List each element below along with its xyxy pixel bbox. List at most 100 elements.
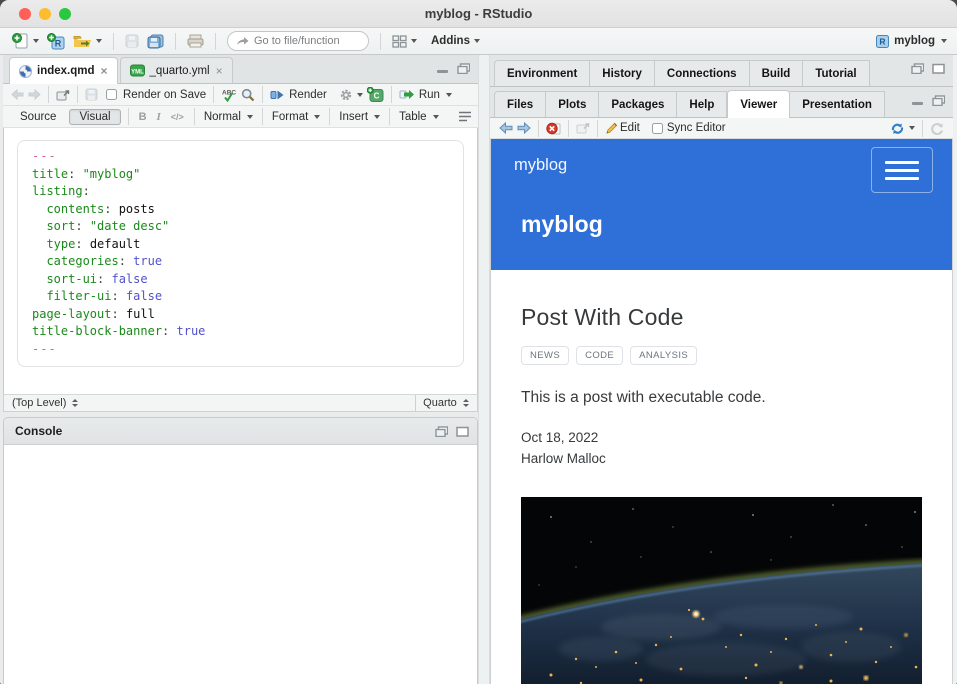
rstudio-window: myblog - RStudio R bbox=[0, 0, 957, 684]
restore-pane-icon[interactable] bbox=[435, 426, 448, 437]
outline-toggle-icon[interactable] bbox=[458, 111, 472, 122]
popout-button[interactable] bbox=[54, 88, 72, 102]
goto-file-input[interactable] bbox=[254, 35, 354, 47]
forward-button[interactable] bbox=[26, 88, 43, 101]
sync-caret-icon bbox=[909, 126, 915, 130]
render-options-button[interactable] bbox=[337, 87, 365, 103]
tab-build[interactable]: Build bbox=[750, 60, 804, 86]
tab-packages[interactable]: Packages bbox=[599, 91, 677, 117]
maximize-pane-icon[interactable] bbox=[932, 95, 945, 106]
code-format-button[interactable]: </> bbox=[171, 112, 184, 122]
visual-editor-canvas[interactable]: ---title: "myblog"listing: contents: pos… bbox=[3, 128, 478, 394]
scope-selector[interactable]: (Top Level) bbox=[4, 397, 415, 409]
blog-navbar-brand[interactable]: myblog bbox=[514, 156, 567, 175]
tab-files[interactable]: Files bbox=[494, 91, 546, 117]
viewer-sync-button[interactable] bbox=[888, 121, 917, 136]
italic-button[interactable]: I bbox=[157, 111, 161, 123]
save-all-icon bbox=[147, 34, 164, 49]
render-on-save-checkbox[interactable] bbox=[106, 89, 117, 100]
find-replace-button[interactable] bbox=[239, 87, 257, 103]
toolbar-separator bbox=[194, 108, 195, 125]
goto-file-search[interactable] bbox=[227, 31, 369, 51]
tab-help[interactable]: Help bbox=[677, 91, 727, 117]
project-caret-icon bbox=[941, 39, 947, 43]
minimize-pane-icon[interactable] bbox=[436, 64, 449, 74]
tab-plots[interactable]: Plots bbox=[546, 91, 599, 117]
source-mode-button[interactable]: Source bbox=[11, 110, 65, 124]
visual-mode-button[interactable]: Visual bbox=[69, 109, 120, 125]
category-pill-news[interactable]: NEWS bbox=[521, 346, 569, 365]
addins-button[interactable]: Addins bbox=[429, 34, 482, 48]
minimize-pane-icon[interactable] bbox=[911, 96, 924, 106]
spellcheck-button[interactable]: ABC bbox=[219, 87, 239, 103]
category-pill-code[interactable]: CODE bbox=[576, 346, 623, 365]
tab-index-qmd[interactable]: index.qmd × bbox=[9, 57, 118, 84]
save-all-button[interactable] bbox=[145, 33, 166, 50]
yaml-code[interactable]: ---title: "myblog"listing: contents: pos… bbox=[17, 140, 464, 367]
viewer-clear-button[interactable] bbox=[544, 121, 563, 136]
render-icon bbox=[270, 89, 285, 101]
viewer-refresh-button[interactable] bbox=[928, 121, 946, 136]
close-tab-icon[interactable]: × bbox=[101, 66, 108, 76]
viewer-content[interactable]: myblog myblog Post With Code NEWSCODEANA… bbox=[490, 139, 953, 684]
tab-viewer[interactable]: Viewer bbox=[727, 90, 790, 118]
toolbar-separator bbox=[215, 33, 216, 50]
viewer-edit-button[interactable]: Edit bbox=[603, 121, 642, 136]
tab-presentation[interactable]: Presentation bbox=[790, 91, 885, 117]
toolbar-separator bbox=[262, 108, 263, 125]
editor-toolbar-format: Source Visual B I </> Normal Format Inse… bbox=[3, 106, 478, 128]
viewer-popout-button[interactable] bbox=[574, 121, 592, 135]
save-document-button[interactable] bbox=[83, 87, 100, 102]
viewer-toolbar: Edit Sync Editor bbox=[490, 118, 953, 139]
save-button[interactable] bbox=[123, 33, 141, 49]
paragraph-style-dropdown[interactable]: Normal bbox=[204, 111, 253, 123]
tab-tutorial[interactable]: Tutorial bbox=[803, 60, 869, 86]
quarto-file-icon bbox=[19, 65, 32, 78]
maximize-pane-icon[interactable] bbox=[932, 63, 945, 74]
code-line: title-block-banner: true bbox=[32, 323, 453, 341]
format-menu[interactable]: Format bbox=[272, 111, 320, 123]
render-button[interactable]: Render bbox=[268, 88, 331, 102]
viewer-back-button[interactable] bbox=[497, 121, 515, 135]
new-file-button[interactable] bbox=[10, 32, 41, 50]
source-pane: index.qmd × YML _quarto.yml × Render on … bbox=[3, 55, 478, 684]
bold-button[interactable]: B bbox=[139, 111, 147, 123]
restore-pane-icon[interactable] bbox=[911, 63, 924, 74]
tab-label: index.qmd bbox=[37, 65, 95, 77]
pane-splitter[interactable] bbox=[478, 55, 490, 684]
code-line: listing: bbox=[32, 183, 453, 201]
save-icon bbox=[85, 88, 98, 101]
navbar-toggler-button[interactable] bbox=[871, 147, 933, 193]
workspace-panes-button[interactable] bbox=[390, 34, 419, 49]
viewer-forward-button[interactable] bbox=[515, 121, 533, 135]
console-body[interactable] bbox=[4, 445, 477, 684]
yml-file-icon: YML bbox=[130, 64, 145, 77]
run-button[interactable]: Run bbox=[397, 88, 454, 102]
tab-quarto-yml[interactable]: YML _quarto.yml × bbox=[120, 57, 233, 83]
close-tab-icon[interactable]: × bbox=[216, 66, 223, 76]
dropdown-caret-icon bbox=[247, 115, 253, 119]
open-file-button[interactable] bbox=[71, 33, 104, 50]
code-line: contents: posts bbox=[32, 201, 453, 219]
console-header[interactable]: Console bbox=[4, 418, 477, 445]
category-pill-analysis[interactable]: ANALYSIS bbox=[630, 346, 697, 365]
new-project-button[interactable]: R bbox=[45, 32, 67, 51]
insert-chunk-button[interactable]: C bbox=[365, 86, 386, 103]
tab-connections[interactable]: Connections bbox=[655, 60, 750, 86]
run-label: Run bbox=[419, 89, 440, 101]
table-menu[interactable]: Table bbox=[399, 111, 439, 123]
sync-editor-checkbox[interactable] bbox=[652, 123, 663, 134]
updown-icon bbox=[71, 398, 79, 408]
insert-menu[interactable]: Insert bbox=[339, 111, 380, 123]
language-mode-selector[interactable]: Quarto bbox=[415, 395, 477, 411]
blog-post: Post With Code NEWSCODEANALYSIS This is … bbox=[491, 270, 952, 684]
r-badge: R bbox=[880, 37, 886, 47]
project-menu-button[interactable]: R myblog bbox=[875, 34, 947, 48]
tab-environment[interactable]: Environment bbox=[494, 60, 590, 86]
print-button[interactable] bbox=[185, 33, 206, 49]
tab-history[interactable]: History bbox=[590, 60, 655, 86]
maximize-pane-icon[interactable] bbox=[456, 426, 469, 437]
sync-editor-label: Sync Editor bbox=[667, 122, 726, 134]
maximize-pane-icon[interactable] bbox=[457, 63, 470, 74]
back-button[interactable] bbox=[9, 88, 26, 101]
